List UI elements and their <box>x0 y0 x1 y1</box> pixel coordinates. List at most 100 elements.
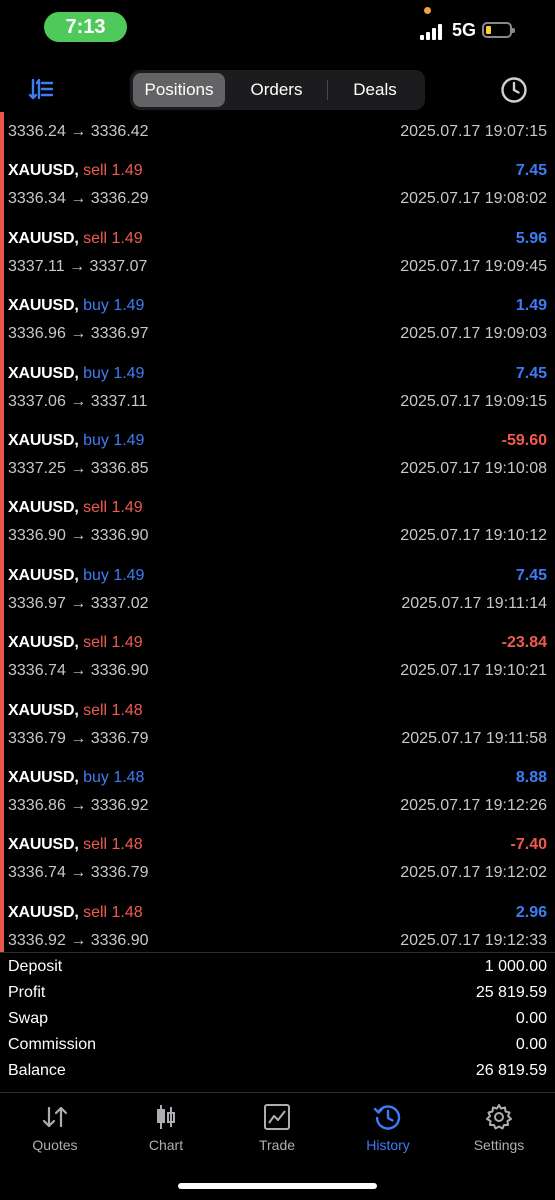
trade-chart-icon <box>264 1104 290 1130</box>
deal-time: 2025.07.17 19:09:15 <box>400 392 547 410</box>
deal-side: sell <box>83 229 108 247</box>
deal-volume: 1.49 <box>113 364 145 382</box>
deal-volume: 1.49 <box>111 634 143 652</box>
deal-row[interactable]: XAUUSD, buy 1.49 1.49 3336.96 → 3336.97 202… <box>0 292 555 359</box>
deal-prices: 3336.97 → 3337.02 <box>8 594 149 612</box>
deal-row[interactable]: XAUUSD, sell 1.48 3336.79 → 3336.79 2025.0… <box>0 697 555 764</box>
deal-time: 2025.07.17 19:10:12 <box>400 527 547 545</box>
deal-prices: 3337.25 → 3336.85 <box>8 460 149 477</box>
deal-row[interactable]: XAUUSD, buy 1.49 7.45 3336.97 → 3337.02 202… <box>0 562 555 629</box>
tab-quotes[interactable]: Quotes <box>0 1103 110 1163</box>
deal-row[interactable]: XAUUSD, buy 1.49 7.45 3337.06 → 3337.11 202… <box>0 360 555 427</box>
deal-time: 2025.07.17 19:11:58 <box>401 729 547 747</box>
deal-time: 2025.07.17 19:10:08 <box>400 460 547 477</box>
deal-side: sell <box>83 701 108 719</box>
deal-profit: 5.96 <box>515 229 547 247</box>
summary-deposit: Deposit 1 000.00 <box>8 958 547 975</box>
deal-prices: 3336.74 → 3336.79 <box>8 864 149 882</box>
sort-icon[interactable] <box>28 77 54 103</box>
deal-row[interactable]: 3336.24 → 3336.42 2025.07.17 19:07:15 <box>0 112 555 157</box>
deal-side: buy <box>83 432 109 449</box>
deal-side: sell <box>83 162 108 180</box>
summary-commission: Commission 0.00 <box>8 1036 547 1053</box>
deal-title: XAUUSD, sell 1.48 <box>8 836 143 854</box>
deal-prices: 3336.34 → 3336.29 <box>8 190 149 208</box>
tab-history[interactable]: History <box>333 1103 443 1163</box>
deal-row[interactable]: XAUUSD, sell 1.49 3336.90 → 3336.90 2025.0… <box>0 494 555 561</box>
deal-profit: 2.96 <box>515 903 547 921</box>
deal-row[interactable]: XAUUSD, sell 1.49 7.45 3336.34 → 3336.29 20… <box>0 157 555 224</box>
battery-icon <box>482 22 515 38</box>
candlestick-icon <box>157 1105 175 1129</box>
deal-title: XAUUSD, buy 1.49 <box>8 432 144 450</box>
deal-row[interactable]: XAUUSD, sell 1.48 -7.40 3336.74 → 3336.79 2… <box>0 831 555 898</box>
deal-time: 2025.07.17 19:09:45 <box>400 257 547 275</box>
deal-volume: 1.48 <box>111 701 143 719</box>
deal-volume: 1.48 <box>111 836 143 854</box>
deal-side: sell <box>83 634 108 652</box>
deal-row[interactable]: XAUUSD, sell 1.48 2.96 3336.92 → 3336.90 20… <box>0 899 555 952</box>
deal-time: 2025.07.17 19:09:03 <box>400 325 547 343</box>
tab-chart[interactable]: Chart <box>111 1103 221 1163</box>
privacy-indicator-dot <box>424 7 431 14</box>
deal-time: 2025.07.17 19:08:02 <box>400 190 547 208</box>
deal-side: sell <box>83 903 108 921</box>
deal-prices: 3336.86 → 3336.92 <box>8 797 149 814</box>
deal-volume: 1.49 <box>111 162 143 180</box>
deal-volume: 1.49 <box>113 432 145 449</box>
deal-symbol: XAUUSD, <box>8 162 79 180</box>
quotes-arrows-icon <box>42 1106 68 1128</box>
status-bar: 7:13 5G <box>0 0 555 56</box>
account-summary: Deposit 1 000.00 Profit 25 819.59 Swap 0… <box>0 958 555 1090</box>
deal-profit: -23.84 <box>501 634 547 652</box>
deal-symbol: XAUUSD, <box>8 297 79 315</box>
deal-side: buy <box>83 297 109 315</box>
summary-balance: Balance 26 819.59 <box>8 1062 547 1079</box>
deal-time: 2025.07.17 19:12:26 <box>400 797 547 814</box>
deal-title: XAUUSD, buy 1.49 <box>8 365 144 383</box>
deal-prices: 3337.06 → 3337.11 <box>8 392 148 410</box>
deal-volume: 1.49 <box>113 566 145 584</box>
deal-row[interactable]: XAUUSD, buy 1.49 -59.60 3337.25 → 3336.85 2… <box>0 427 555 494</box>
deal-prices: 3336.90 → 3336.90 <box>8 527 149 545</box>
deal-time: 2025.07.17 19:10:21 <box>400 662 547 680</box>
summary-swap: Swap 0.00 <box>8 1010 547 1027</box>
deal-symbol: XAUUSD, <box>8 432 79 449</box>
segment-positions[interactable]: Positions <box>133 73 225 107</box>
deal-volume: 1.49 <box>113 297 145 315</box>
deal-title: XAUUSD, buy 1.49 <box>8 297 144 315</box>
divider <box>0 952 555 953</box>
deal-row[interactable]: XAUUSD, sell 1.49 -23.84 3336.74 → 3336.90… <box>0 629 555 696</box>
clock-icon[interactable] <box>500 76 528 104</box>
deal-prices: 3337.11 → 3337.07 <box>8 257 148 275</box>
deal-symbol: XAUUSD, <box>8 499 79 517</box>
deal-row[interactable]: XAUUSD, sell 1.49 5.96 3337.11 → 3337.07 20… <box>0 225 555 292</box>
deal-title: XAUUSD, sell 1.48 <box>8 904 143 922</box>
tab-settings[interactable]: Settings <box>444 1103 554 1163</box>
segment-deals[interactable]: Deals <box>328 73 422 107</box>
toolbar: Positions Orders Deals <box>0 56 555 112</box>
home-indicator[interactable] <box>178 1183 377 1189</box>
deal-side: sell <box>83 836 108 854</box>
segment-orders[interactable]: Orders <box>228 73 325 107</box>
deal-side: sell <box>83 499 108 517</box>
history-clock-icon <box>373 1105 401 1130</box>
signal-strength-icon <box>420 24 444 40</box>
deal-side: buy <box>83 364 109 382</box>
deal-symbol: XAUUSD, <box>8 903 79 921</box>
deal-symbol: XAUUSD, <box>8 701 79 719</box>
deal-volume: 1.49 <box>111 229 143 247</box>
deal-title: XAUUSD, sell 1.49 <box>8 230 143 248</box>
deal-title: XAUUSD, sell 1.49 <box>8 634 143 652</box>
deal-title: XAUUSD, sell 1.49 <box>8 162 143 180</box>
deal-profit: 7.45 <box>515 162 547 180</box>
deal-profit: -7.40 <box>510 836 547 854</box>
status-time[interactable]: 7:13 <box>44 12 127 42</box>
deal-volume: 1.48 <box>111 903 143 921</box>
deal-symbol: XAUUSD, <box>8 634 79 652</box>
deal-row[interactable]: XAUUSD, buy 1.48 8.88 3336.86 → 3336.92 202… <box>0 764 555 831</box>
deal-symbol: XAUUSD, <box>8 364 79 382</box>
deal-profit: 8.88 <box>515 769 547 786</box>
deal-profit: -59.60 <box>501 432 547 449</box>
tab-trade[interactable]: Trade <box>222 1103 332 1163</box>
